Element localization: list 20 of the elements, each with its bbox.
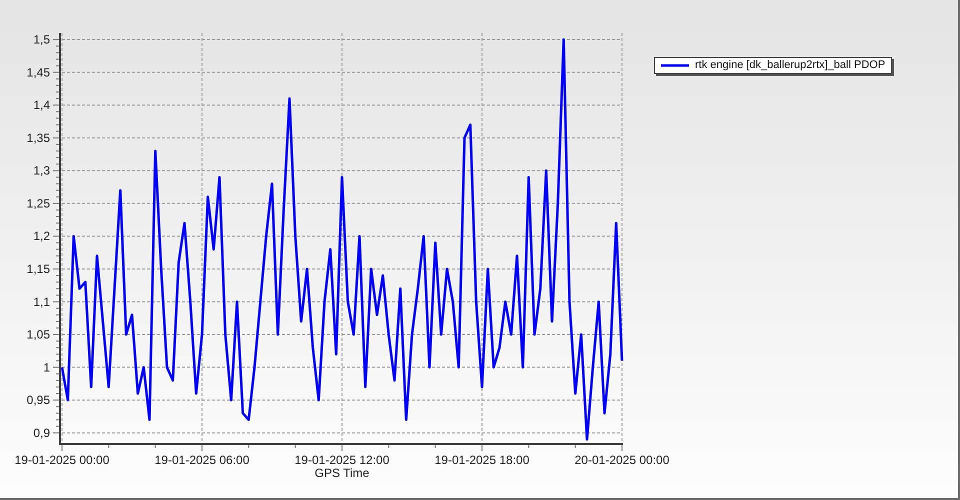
y-tick-label: 1,45	[26, 65, 50, 80]
y-tick-label: 1,15	[26, 262, 50, 276]
x-tick-label: 19-01-2025 18:00	[434, 453, 530, 467]
y-tick-label: 0,9	[33, 426, 50, 440]
y-tick-label: 1,35	[26, 130, 50, 145]
legend-label: rtk engine [dk_ballerup2rtx]_ball PDOP	[695, 58, 886, 74]
y-tick-label: 0,95	[26, 393, 50, 408]
y-tick-label: 1,05	[26, 328, 50, 342]
y-tick-label: 1,1	[33, 294, 50, 309]
y-tick-label: 1,2	[33, 229, 50, 244]
y-tick-label: 1,25	[26, 196, 50, 210]
y-tick-label: 1,5	[33, 32, 50, 47]
y-tick-label: 1,4	[33, 98, 50, 112]
x-tick-label: 19-01-2025 00:00	[14, 453, 110, 467]
x-tick-label: 20-01-2025 00:00	[574, 453, 670, 467]
y-tick-label: 1,3	[33, 164, 50, 178]
x-axis-title: GPS Time	[314, 466, 370, 480]
y-tick-label: 1	[43, 360, 50, 374]
x-tick-label: 19-01-2025 12:00	[294, 453, 390, 467]
x-tick-label: 19-01-2025 06:00	[154, 453, 250, 467]
